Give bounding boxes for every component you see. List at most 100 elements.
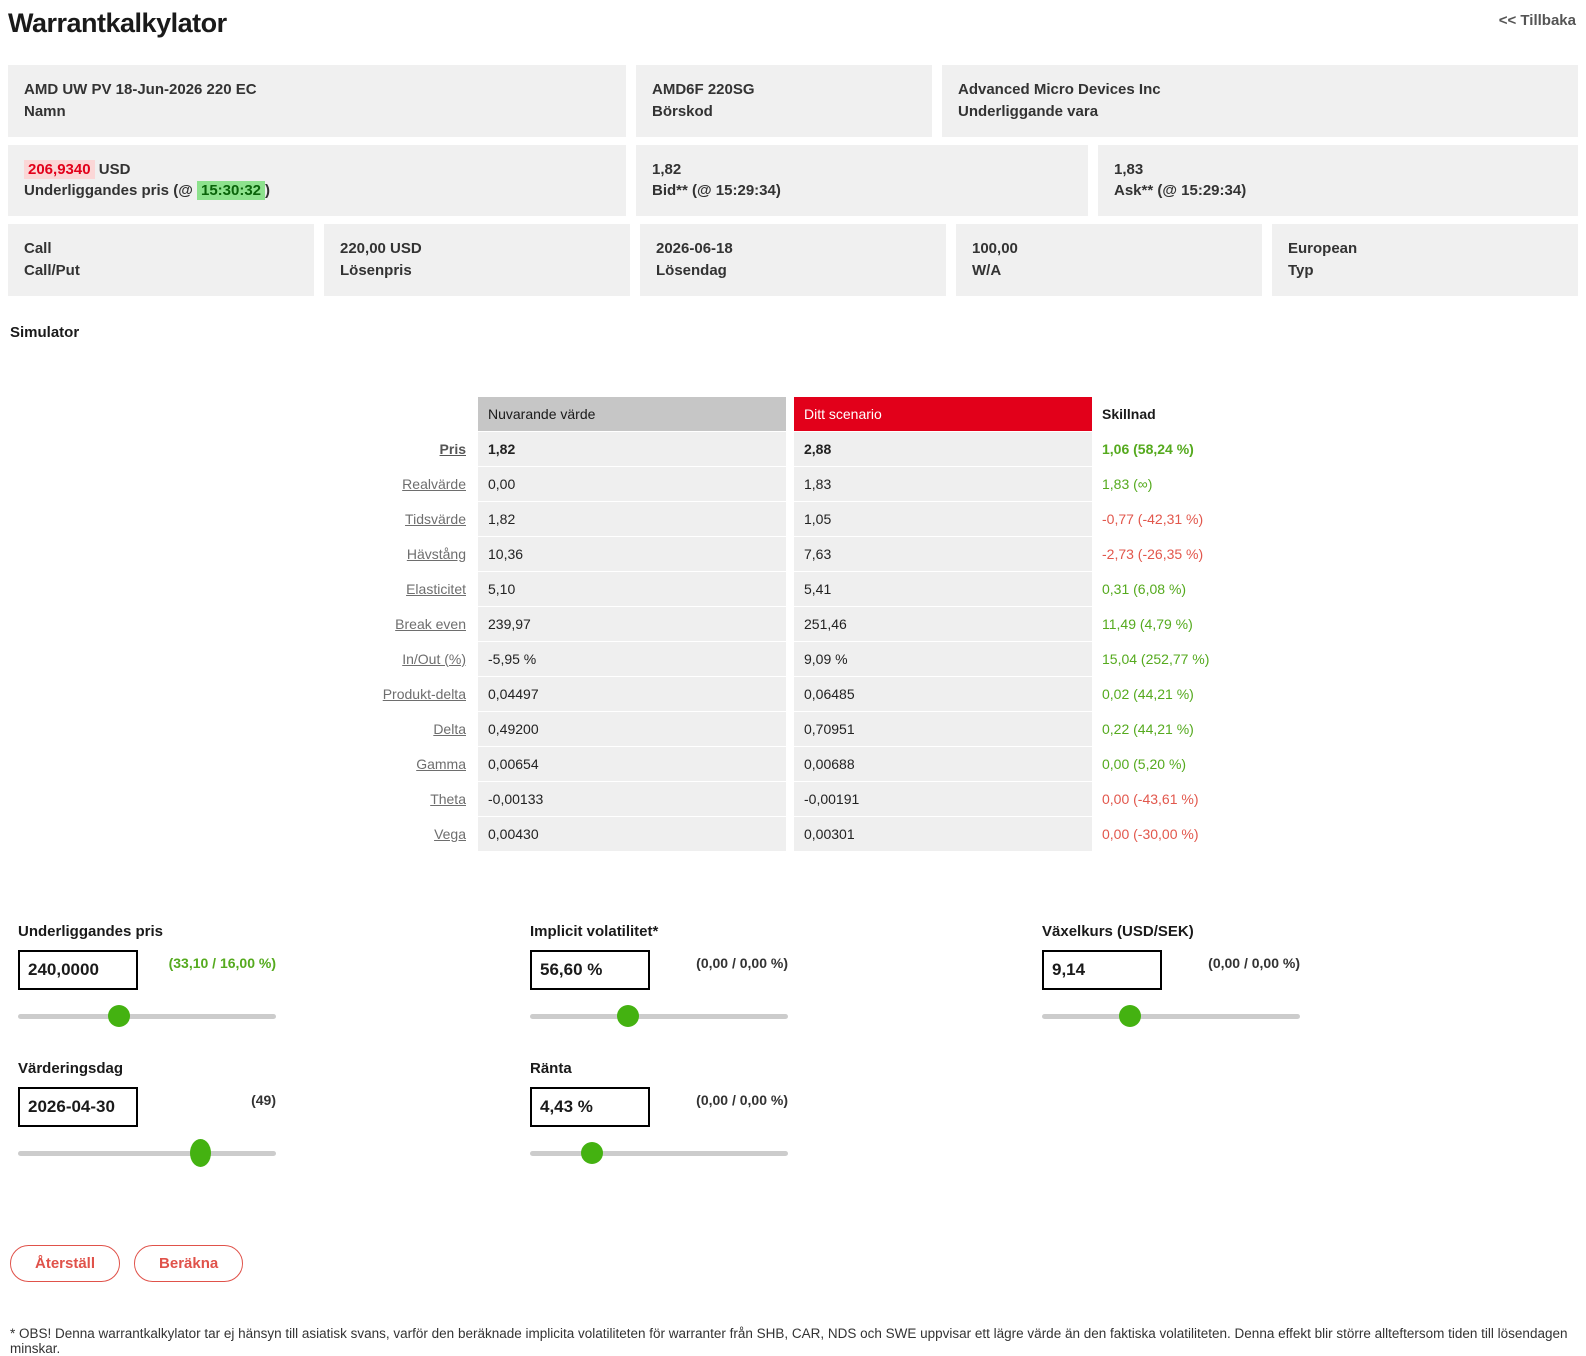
cell-scenario: -0,00191	[794, 781, 1092, 816]
cell-current: 0,00	[478, 466, 786, 501]
underlying-price-value: 206,9340	[24, 159, 95, 179]
reset-button[interactable]: Återställ	[10, 1244, 121, 1282]
implied-volatility-annotation: (0,00 / 0,00 %)	[696, 954, 788, 971]
cell-diff: 0,00 (-30,00 %)	[1102, 825, 1199, 842]
row-link[interactable]: Elasticitet	[406, 581, 466, 597]
cell-scenario: 251,46	[794, 606, 1092, 641]
info-box-callput: Call Call/Put	[8, 224, 314, 296]
cell-current: 5,10	[478, 571, 786, 606]
simulator-controls: Underliggandes pris (33,10 / 16,00 %) Im…	[18, 922, 1578, 1167]
valuation-date-slider[interactable]	[18, 1138, 276, 1167]
control-label: Ränta	[530, 1059, 572, 1077]
cell-diff: 1,83 (∞)	[1102, 475, 1153, 492]
row-label-vega: Vega	[8, 826, 470, 842]
cell-current: 0,00430	[478, 816, 786, 851]
simulator-heading: Simulator	[10, 323, 80, 341]
bid-label: Bid** (@ 15:29:34)	[652, 182, 781, 200]
slider-thumb[interactable]	[617, 1004, 640, 1027]
row-label-produkt-delta: Produkt-delta	[8, 686, 470, 702]
info-box-underlying-price: 206,9340 USD Underliggandes pris (@ 15:3…	[8, 144, 626, 216]
row-label-havstang: Hävstång	[8, 546, 470, 562]
cell-diff: 0,22 (44,21 %)	[1102, 720, 1194, 737]
row-link[interactable]: Theta	[430, 791, 466, 807]
info-value: AMD6F 220SG	[652, 81, 755, 98]
underlying-price-slider[interactable]	[18, 1004, 276, 1028]
row-label-pris: Pris	[8, 441, 470, 457]
underlying-price-line: 206,9340 USD	[24, 159, 610, 181]
cell-current: 0,04497	[478, 676, 786, 711]
slider-track[interactable]	[18, 1150, 276, 1156]
row-link[interactable]: Produkt-delta	[383, 686, 466, 702]
row-label-in-out: In/Out (%)	[8, 651, 470, 667]
row-link[interactable]: Break even	[395, 616, 466, 632]
control-implied-volatility: Implicit volatilitet* (0,00 / 0,00 %)	[530, 923, 788, 1028]
info-label: Lösenpris	[340, 261, 412, 279]
column-header-diff: Skillnad	[1102, 405, 1156, 422]
cell-current: 1,82	[478, 431, 786, 466]
slider-thumb[interactable]	[107, 1004, 130, 1027]
exchange-rate-input[interactable]	[1042, 949, 1162, 990]
cell-diff: -2,73 (-26,35 %)	[1102, 545, 1204, 562]
underlying-price-input[interactable]	[18, 949, 138, 990]
slider-track[interactable]	[18, 1013, 276, 1019]
interest-rate-input[interactable]	[530, 1086, 650, 1127]
cell-diff: -0,77 (-42,31 %)	[1102, 510, 1204, 527]
cell-scenario: 0,70951	[794, 711, 1092, 746]
control-label: Underliggandes pris	[18, 922, 164, 940]
cell-current: 10,36	[478, 536, 786, 571]
row-link[interactable]: Pris	[440, 441, 466, 457]
footnote: * OBS! Denna warrantkalkylator tar ej hä…	[10, 1325, 1568, 1356]
implied-volatility-input[interactable]	[530, 949, 650, 990]
ask-value: 1,83	[1114, 160, 1144, 178]
column-header-scenario: Ditt scenario	[794, 396, 1092, 431]
row-link[interactable]: Gamma	[416, 756, 466, 772]
interest-rate-slider[interactable]	[530, 1141, 788, 1165]
row-label-realvarde: Realvärde	[8, 476, 470, 492]
slider-track[interactable]	[1042, 1013, 1300, 1019]
info-value: 2026-06-18	[656, 240, 733, 257]
calculate-button[interactable]: Beräkna	[134, 1244, 244, 1282]
info-box-expiry: 2026-06-18 Lösendag	[640, 224, 946, 296]
info-box-ratio: 100,00 W/A	[956, 224, 1262, 296]
cell-diff: 0,02 (44,21 %)	[1102, 685, 1194, 702]
back-link[interactable]: << Tillbaka	[1499, 12, 1576, 29]
row-link[interactable]: Tidsvärde	[405, 511, 466, 527]
info-label: Typ	[1288, 261, 1314, 279]
control-label: Värderingsdag	[18, 1059, 124, 1077]
cell-diff: 0,31 (6,08 %)	[1102, 580, 1187, 597]
cell-scenario: 0,00301	[794, 816, 1092, 851]
valuation-date-input[interactable]	[18, 1086, 138, 1127]
bid-value: 1,82	[652, 160, 682, 178]
info-value: AMD UW PV 18-Jun-2026 220 EC	[24, 81, 257, 98]
slider-track[interactable]	[530, 1150, 788, 1156]
row-link[interactable]: In/Out (%)	[402, 651, 466, 667]
row-link[interactable]: Realvärde	[402, 476, 466, 492]
row-label-gamma: Gamma	[8, 756, 470, 772]
info-value: 100,00	[972, 240, 1018, 257]
slider-thumb[interactable]	[190, 1138, 212, 1167]
cell-current: 0,49200	[478, 711, 786, 746]
row-link[interactable]: Delta	[433, 721, 466, 737]
info-row-2: 206,9340 USD Underliggandes pris (@ 15:3…	[8, 144, 1578, 216]
info-label: Call/Put	[24, 261, 80, 279]
implied-volatility-slider[interactable]	[530, 1004, 788, 1028]
ask-label: Ask** (@ 15:29:34)	[1114, 182, 1247, 200]
cell-scenario: 7,63	[794, 536, 1092, 571]
page-title: Warrantkalkylator	[8, 8, 227, 38]
exchange-rate-annotation: (0,00 / 0,00 %)	[1208, 954, 1300, 971]
cell-scenario: 5,41	[794, 571, 1092, 606]
cell-scenario: 2,88	[794, 431, 1092, 466]
exchange-rate-slider[interactable]	[1042, 1004, 1300, 1028]
row-link[interactable]: Vega	[434, 826, 466, 842]
slider-track[interactable]	[530, 1013, 788, 1019]
control-valuation-date: Värderingsdag (49)	[18, 1059, 276, 1167]
slider-thumb[interactable]	[580, 1141, 603, 1164]
underlying-price-label-text: Underliggandes pris (@	[24, 182, 197, 200]
cell-diff: 1,06 (58,24 %)	[1102, 440, 1194, 457]
interest-rate-annotation: (0,00 / 0,00 %)	[696, 1091, 788, 1108]
slider-thumb[interactable]	[1118, 1004, 1141, 1027]
info-value: 220,00 USD	[340, 240, 422, 257]
cell-diff: 0,00 (5,20 %)	[1102, 755, 1187, 772]
underlying-price-label-suffix: )	[265, 182, 271, 200]
row-link[interactable]: Hävstång	[407, 546, 466, 562]
